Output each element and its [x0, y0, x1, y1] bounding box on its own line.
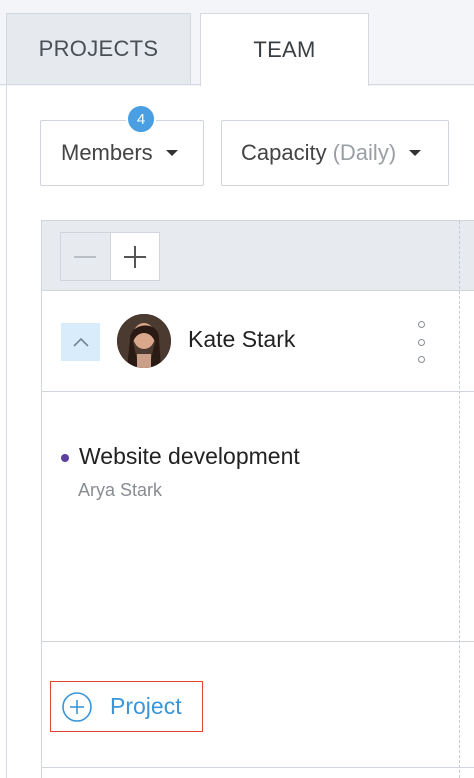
members-count-badge: 4 — [126, 104, 156, 134]
project-title[interactable]: Website development — [79, 443, 300, 470]
add-project-button[interactable]: Project — [50, 681, 203, 732]
bottom-divider — [42, 767, 474, 768]
tab-projects[interactable]: PROJECTS — [6, 13, 191, 84]
tab-team[interactable]: TEAM — [200, 13, 369, 86]
capacity-dropdown[interactable]: Capacity (Daily) — [221, 120, 449, 186]
caret-down-icon — [409, 150, 422, 156]
section-divider — [42, 641, 474, 642]
minus-icon[interactable] — [61, 233, 111, 280]
chevron-up-icon[interactable] — [61, 323, 100, 361]
avatar — [117, 314, 171, 368]
caret-down-icon — [165, 150, 178, 156]
plus-icon[interactable] — [111, 233, 160, 280]
project-color-dot — [61, 454, 69, 462]
member-name: Kate Stark — [188, 326, 296, 352]
capacity-dropdown-label: Capacity — [241, 140, 327, 165]
members-dropdown[interactable]: Members — [40, 120, 204, 186]
add-circle-icon — [62, 691, 92, 722]
zoom-stepper[interactable] — [60, 232, 160, 281]
capacity-mode-label: (Daily) — [332, 140, 397, 165]
more-vertical-icon[interactable] — [411, 321, 431, 363]
content-left-border — [6, 84, 7, 778]
add-project-label: Project — [110, 693, 182, 719]
project-assignee: Arya Stark — [78, 480, 163, 500]
members-dropdown-label: Members — [61, 140, 153, 165]
